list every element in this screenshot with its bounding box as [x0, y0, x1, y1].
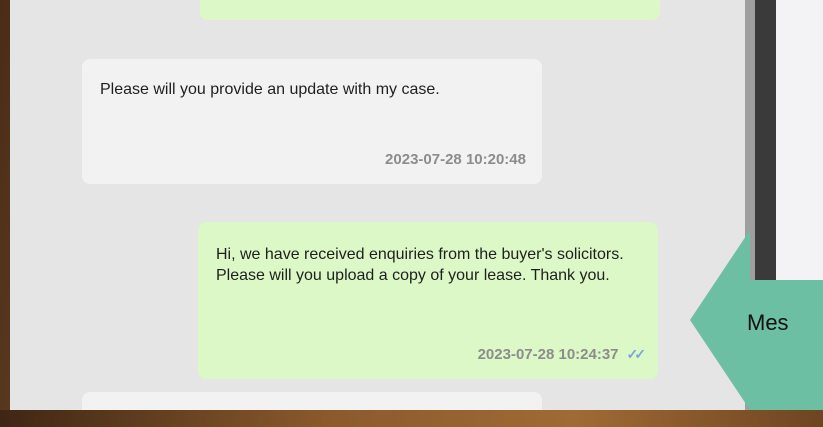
- message-meta: 2023-07-28 10:24:37 ✓✓: [477, 344, 647, 365]
- desktop-background-strip: [0, 410, 823, 427]
- double-check-icon: ✓✓: [626, 346, 647, 362]
- chat-panel[interactable]: Please will you provide an update with m…: [10, 0, 745, 410]
- message-bubble-outgoing-partial: [200, 0, 660, 20]
- message-text: Please will you provide an update with m…: [100, 81, 440, 98]
- callout-label: Mes: [747, 310, 789, 335]
- message-text: Hi, we have received enquiries from the …: [216, 246, 624, 284]
- message-timestamp: 2023-07-28 10:20:48: [385, 151, 526, 168]
- message-timestamp: 2023-07-28 10:24:37: [477, 346, 619, 363]
- message-meta: 2023-07-28 10:20:48: [385, 149, 526, 170]
- message-bubble-incoming-partial: [82, 392, 542, 410]
- message-bubble-outgoing: Hi, we have received enquiries from the …: [198, 222, 658, 379]
- message-bubble-incoming: Please will you provide an update with m…: [82, 59, 542, 184]
